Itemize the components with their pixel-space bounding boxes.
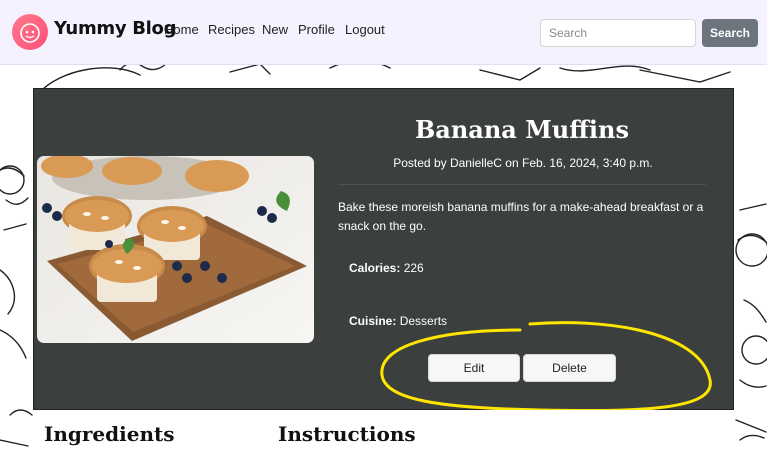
calories-row: Calories: 226 bbox=[349, 261, 424, 275]
search-button[interactable]: Search bbox=[702, 19, 758, 47]
edit-button[interactable]: Edit bbox=[428, 354, 520, 382]
calories-label: Calories: bbox=[349, 261, 401, 275]
divider bbox=[338, 184, 706, 185]
cuisine-value: Desserts bbox=[399, 314, 448, 328]
logo-icon[interactable] bbox=[12, 14, 48, 50]
instructions-heading: Instructions bbox=[278, 422, 416, 446]
search-input[interactable] bbox=[540, 19, 696, 47]
ingredients-heading: Ingredients bbox=[44, 422, 175, 446]
nav-recipes[interactable]: Recipes bbox=[208, 22, 255, 37]
nav-home[interactable]: Home bbox=[164, 22, 199, 37]
recipe-posted-info: Posted by DanielleC on Feb. 16, 2024, 3:… bbox=[393, 156, 653, 170]
calories-value: 226 bbox=[403, 261, 424, 275]
recipe-description: Bake these moreish banana muffins for a … bbox=[338, 200, 704, 233]
nav-logout[interactable]: Logout bbox=[345, 22, 385, 37]
cuisine-row: Cuisine: Desserts bbox=[349, 314, 447, 328]
delete-button[interactable]: Delete bbox=[523, 354, 616, 382]
nav-profile[interactable]: Profile bbox=[298, 22, 335, 37]
recipe-title: Banana Muffins bbox=[415, 115, 629, 144]
brand-name[interactable]: Yummy Blog bbox=[54, 18, 177, 39]
recipe-image bbox=[37, 156, 314, 343]
cuisine-label: Cuisine: bbox=[349, 314, 397, 328]
nav-new[interactable]: New bbox=[262, 22, 288, 37]
navbar: Yummy Blog Home Recipes New Profile Logo… bbox=[0, 0, 767, 65]
